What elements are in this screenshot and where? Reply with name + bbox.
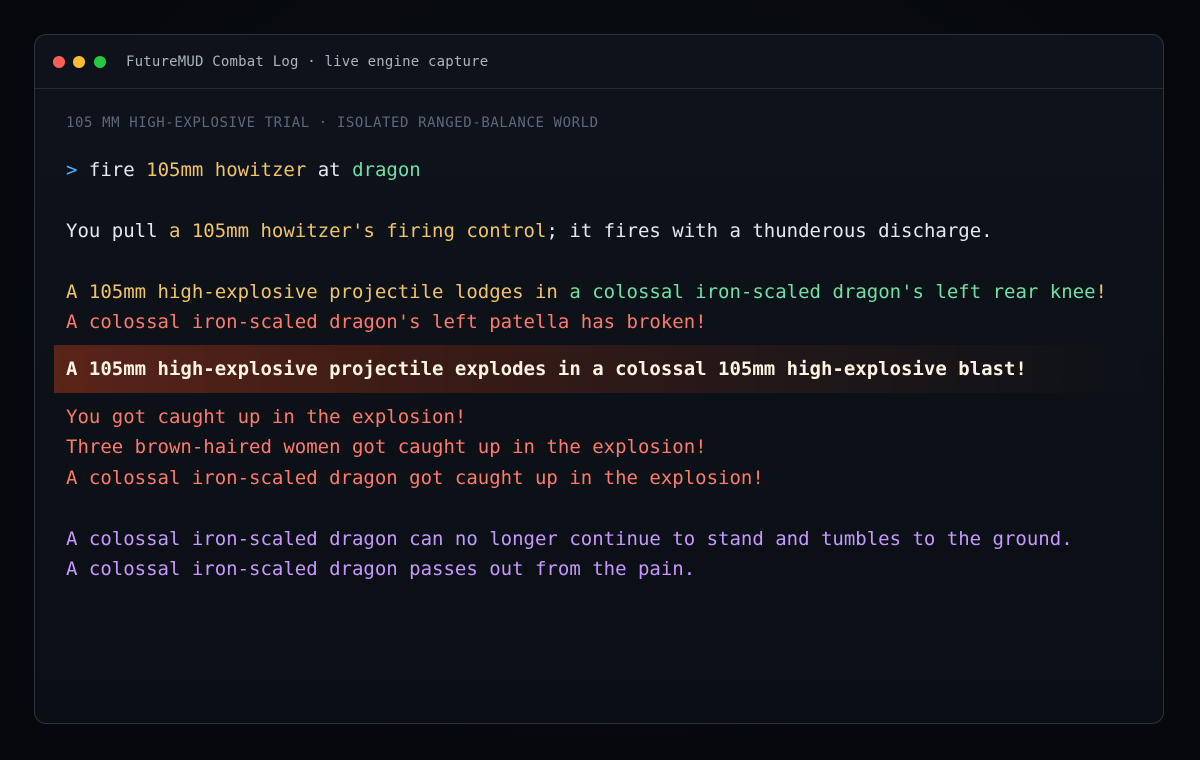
title-bar: FutureMUD Combat Log · live engine captu… [35, 35, 1163, 89]
fire-line: You pull a 105mm howitzer's firing contr… [66, 218, 993, 244]
log-subheading: 105 MM HIGH-EXPLOSIVE TRIAL · ISOLATED R… [66, 115, 599, 131]
lodge-end: ! [1095, 281, 1107, 303]
command-weapon: 105mm howitzer [146, 159, 307, 181]
terminal-window: FutureMUD Combat Log · live engine captu… [34, 34, 1164, 724]
status-line: A colossal iron-scaled dragon can no lon… [66, 528, 1073, 550]
caught-line: You got caught up in the explosion! [66, 406, 467, 428]
caught-line: A colossal iron-scaled dragon got caught… [66, 467, 764, 489]
prompt-symbol: > [66, 159, 78, 181]
maximize-window-button[interactable] [94, 56, 106, 68]
fire-line-control: a 105mm howitzer's firing control [168, 220, 547, 242]
blast-line: A 105mm high-explosive projectile explod… [66, 358, 1027, 380]
minimize-window-button[interactable] [73, 56, 85, 68]
backdrop: FutureMUD Combat Log · live engine captu… [0, 0, 1200, 760]
lodge-location: a colossal iron-scaled dragon's left rea… [569, 281, 1096, 303]
fire-line-lead: You pull [66, 220, 169, 242]
status-line: A colossal iron-scaled dragon passes out… [66, 558, 696, 580]
caught-line: Three brown-haired women got caught up i… [66, 436, 707, 458]
close-window-button[interactable] [53, 56, 65, 68]
window-title: FutureMUD Combat Log · live engine captu… [126, 54, 489, 70]
lodge-projectile: A 105mm high-explosive projectile lodges… [66, 281, 558, 303]
command-verb: fire [88, 159, 135, 181]
command-target: dragon [352, 159, 421, 181]
lodge-line: A 105mm high-explosive projectile lodges… [66, 279, 1107, 305]
fire-line-tail: ; it fires with a thunderous discharge. [546, 220, 993, 242]
lodge-spacer [558, 281, 569, 303]
break-line: A colossal iron-scaled dragon's left pat… [66, 311, 707, 333]
combat-log: 105 MM HIGH-EXPLOSIVE TRIAL · ISOLATED R… [35, 89, 1163, 723]
command-connector: at [317, 159, 341, 181]
command-line: > fire 105mm howitzer at dragon [66, 157, 421, 183]
